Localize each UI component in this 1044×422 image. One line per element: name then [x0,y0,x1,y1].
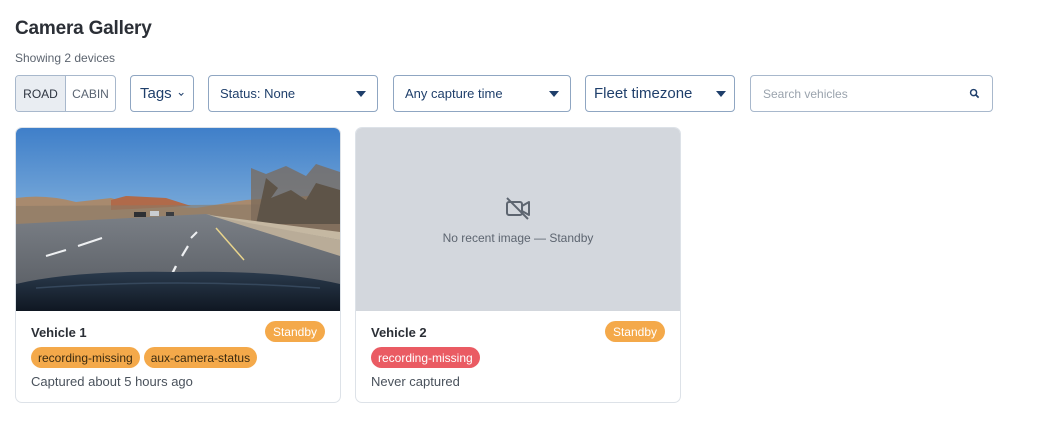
captured-time: Never captured [371,374,460,389]
view-road-button[interactable]: ROAD [16,76,66,111]
search-placeholder: Search vehicles [763,86,848,101]
no-image-placeholder: No recent image — Standby [356,128,680,311]
view-cabin-button[interactable]: CABIN [66,76,115,111]
tag-list: recording-missing [371,347,480,368]
captured-time: Captured about 5 hours ago [31,374,193,389]
page-title: Camera Gallery [15,18,152,39]
tag-chip[interactable]: recording-missing [371,347,480,368]
timezone-label: Fleet timezone [594,85,693,102]
tag-chip[interactable]: aux-camera-status [143,347,258,368]
tag-list: recording-missing aux-camera-status [31,347,258,368]
device-count: Showing 2 devices [15,51,116,65]
capture-time-label: Any capture time [405,86,503,101]
placeholder-text: No recent image — Standby [442,230,594,245]
chevron-down-icon [178,92,184,96]
status-badge: Standby [604,321,665,342]
caret-down-icon [549,90,559,97]
caret-down-icon [356,90,366,97]
vehicle-card-info: Vehicle 1 Standby recording-missing aux-… [16,311,340,402]
search-vehicles-input[interactable]: Search vehicles [750,75,993,112]
video-off-icon [506,196,530,220]
capture-time-select[interactable]: Any capture time [393,75,571,112]
caret-down-icon [716,90,726,97]
camera-view-toggle: ROAD CABIN [15,75,116,112]
search-icon[interactable] [969,88,980,99]
vehicle-card[interactable]: No recent image — Standby Vehicle 2 Stan… [355,127,681,403]
timezone-select[interactable]: Fleet timezone [585,75,735,112]
status-filter-label: Status: None [220,86,296,101]
vehicle-card-info: Vehicle 2 Standby recording-missing Neve… [356,311,680,402]
tags-dropdown[interactable]: Tags [130,75,194,112]
camera-snapshot[interactable] [16,128,340,311]
vehicle-name[interactable]: Vehicle 1 [31,325,87,340]
vehicle-card[interactable]: Vehicle 1 Standby recording-missing aux-… [15,127,341,403]
status-filter-select[interactable]: Status: None [208,75,378,112]
tag-chip[interactable]: recording-missing [31,347,140,368]
vehicle-name[interactable]: Vehicle 2 [371,325,427,340]
status-badge: Standby [264,321,325,342]
tags-dropdown-label: Tags [140,85,172,102]
